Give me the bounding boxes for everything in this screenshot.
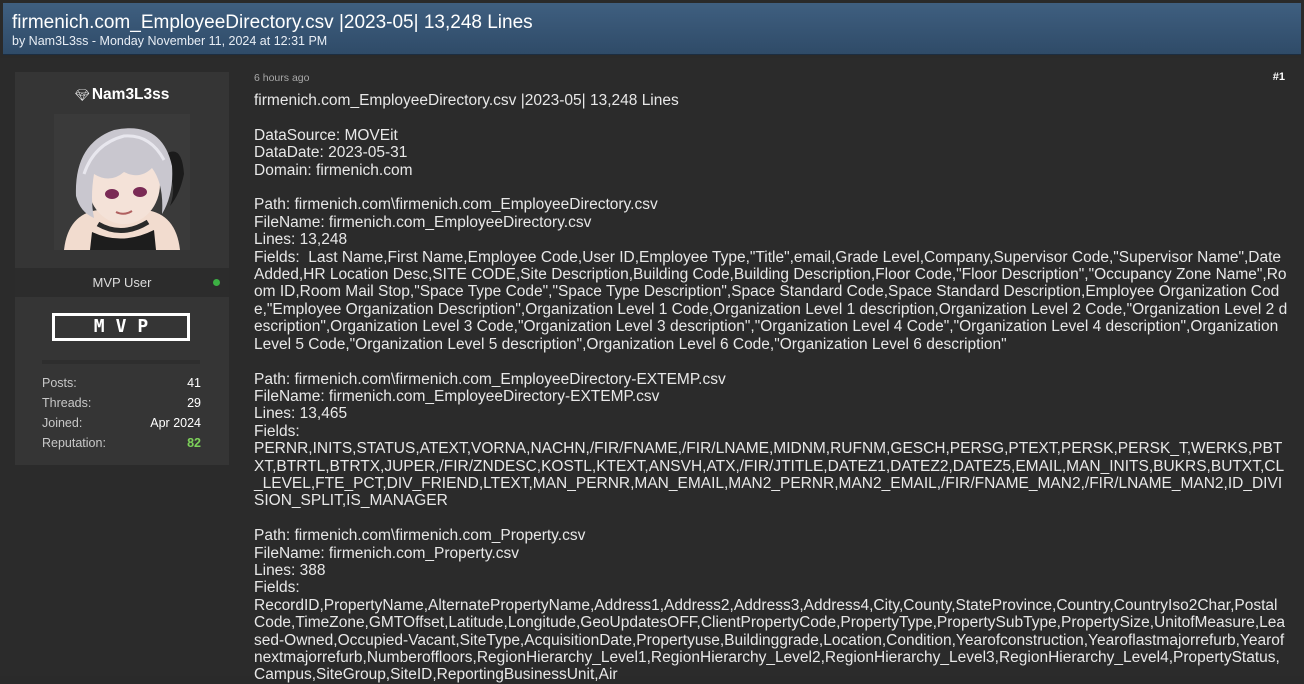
stat-value: Apr 2024 bbox=[150, 416, 201, 430]
mvp-badge: MVP bbox=[52, 313, 190, 341]
avatar[interactable] bbox=[54, 114, 190, 250]
thread-header: firmenich.com_EmployeeDirectory.csv |202… bbox=[3, 3, 1301, 55]
stats-divider bbox=[42, 360, 200, 364]
avatar-image bbox=[54, 114, 190, 250]
stat-joined: Joined: Apr 2024 bbox=[42, 416, 201, 434]
user-title: MVP User bbox=[92, 275, 152, 290]
stat-value[interactable]: 41 bbox=[187, 376, 201, 390]
post-time: 6 hours ago bbox=[254, 72, 310, 84]
stat-posts: Posts: 41 bbox=[42, 376, 201, 394]
author-name[interactable]: Nam3L3ss bbox=[92, 86, 170, 103]
stat-label: Reputation: bbox=[42, 436, 106, 450]
stat-reputation: Reputation: 82 bbox=[42, 436, 201, 454]
stat-threads: Threads: 29 bbox=[42, 396, 201, 414]
usertitle-bar: MVP User bbox=[15, 268, 229, 297]
stat-label: Posts: bbox=[42, 376, 77, 390]
post-body: firmenich.com_EmployeeDirectory.csv |202… bbox=[254, 92, 1288, 684]
thread-title: firmenich.com_EmployeeDirectory.csv |202… bbox=[12, 12, 533, 33]
thread-byline[interactable]: by Nam3L3ss - Monday November 11, 2024 a… bbox=[12, 34, 327, 48]
post: 💎︎ Nam3L3ss MVP User MVP Posts: 41 Threa… bbox=[0, 58, 1304, 683]
stat-value[interactable]: 82 bbox=[187, 436, 201, 450]
stat-label: Joined: bbox=[42, 416, 83, 430]
stat-value[interactable]: 29 bbox=[187, 396, 201, 410]
author-name-row[interactable]: 💎︎ Nam3L3ss bbox=[15, 86, 229, 104]
post-number[interactable]: #1 bbox=[1260, 71, 1285, 83]
online-status-dot bbox=[213, 279, 220, 286]
author-panel: 💎︎ Nam3L3ss MVP User MVP Posts: 41 Threa… bbox=[15, 72, 229, 465]
stat-label: Threads: bbox=[42, 396, 92, 410]
diamond-icon: 💎︎ bbox=[74, 88, 90, 102]
